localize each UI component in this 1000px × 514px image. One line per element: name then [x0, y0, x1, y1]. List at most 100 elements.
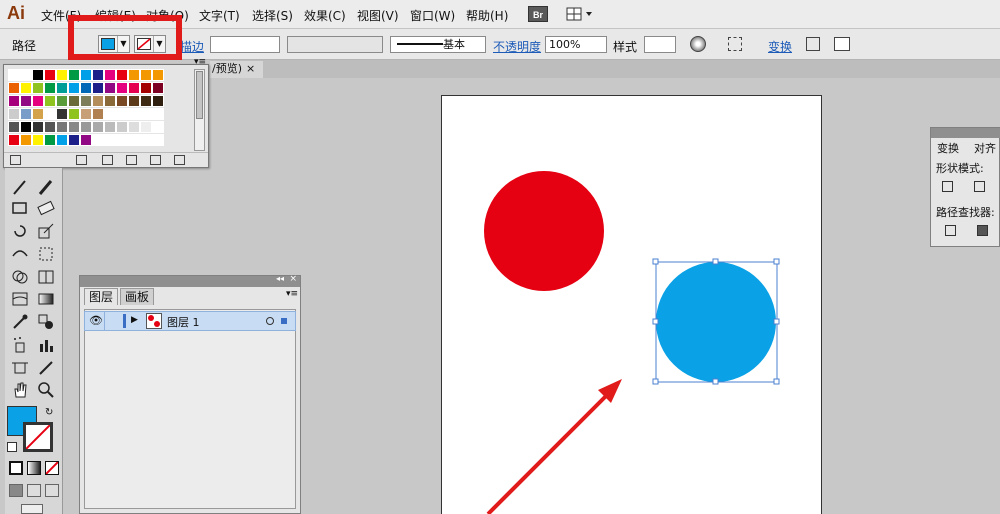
panel-options-icon[interactable]: ▾≡ — [286, 289, 298, 299]
swatch[interactable] — [92, 134, 104, 146]
swatch[interactable] — [56, 95, 68, 107]
swatch[interactable] — [8, 108, 20, 120]
swatch[interactable] — [44, 121, 56, 133]
swatch[interactable] — [20, 82, 32, 94]
swatch[interactable] — [56, 134, 68, 146]
none-mode-icon[interactable] — [45, 461, 59, 475]
swatch[interactable] — [32, 95, 44, 107]
swatch[interactable] — [20, 108, 32, 120]
swatch[interactable] — [128, 121, 140, 133]
symbol-sprayer-tool[interactable] — [10, 335, 30, 355]
draw-normal-icon[interactable] — [9, 484, 23, 497]
swatch-scrollbar[interactable] — [194, 69, 205, 151]
layer-row[interactable]: 👁 ▶ 图层 1 — [84, 311, 296, 331]
swatch[interactable] — [80, 108, 92, 120]
draw-behind-icon[interactable] — [27, 484, 41, 497]
gradient-tool[interactable] — [36, 289, 56, 309]
swatches-popup[interactable]: ▾≡ — [3, 57, 209, 168]
swatch[interactable] — [116, 82, 128, 94]
swatch[interactable] — [152, 108, 164, 120]
swatch[interactable] — [116, 108, 128, 120]
blend-tool[interactable] — [36, 312, 56, 332]
swatch[interactable] — [80, 121, 92, 133]
swatch[interactable] — [20, 95, 32, 107]
swatch[interactable] — [8, 69, 20, 81]
swatch[interactable] — [116, 121, 128, 133]
swatch[interactable] — [128, 69, 140, 81]
close-icon[interactable]: × — [289, 274, 297, 284]
paintbrush-tool[interactable] — [10, 177, 30, 197]
swatch[interactable] — [152, 69, 164, 81]
panel-title-bar[interactable]: ◂◂ × — [80, 274, 300, 287]
screen-mode-icon[interactable] — [21, 504, 43, 514]
scale-tool[interactable] — [36, 221, 56, 241]
swatch[interactable] — [116, 134, 128, 146]
panel-options-icon[interactable]: ▾≡ — [194, 57, 206, 67]
swatch[interactable] — [92, 121, 104, 133]
swatch[interactable] — [68, 95, 80, 107]
show-kinds-icon[interactable] — [76, 155, 87, 165]
swatch[interactable] — [152, 121, 164, 133]
swatch[interactable] — [128, 108, 140, 120]
default-colors-icon[interactable] — [7, 442, 17, 452]
scroll-thumb[interactable] — [196, 71, 203, 119]
eraser-tool[interactable] — [36, 198, 56, 218]
swatch[interactable] — [8, 82, 20, 94]
trim-icon[interactable] — [977, 225, 988, 236]
swatch[interactable] — [92, 69, 104, 81]
red-circle[interactable] — [484, 171, 604, 291]
swatch[interactable] — [56, 108, 68, 120]
blue-circle[interactable] — [656, 262, 776, 382]
swatch[interactable] — [104, 95, 116, 107]
swatch[interactable] — [56, 69, 68, 81]
swatch[interactable] — [140, 82, 152, 94]
swatch[interactable] — [20, 69, 32, 81]
swatch[interactable] — [128, 82, 140, 94]
swatch[interactable] — [104, 69, 116, 81]
swatch[interactable] — [80, 69, 92, 81]
slice-tool[interactable] — [36, 358, 56, 378]
swatch[interactable] — [32, 134, 44, 146]
swatch[interactable] — [44, 108, 56, 120]
swatch[interactable] — [8, 134, 20, 146]
swatch[interactable] — [152, 82, 164, 94]
swap-fill-stroke-icon[interactable]: ↻ — [45, 407, 53, 418]
blob-brush-tool[interactable] — [10, 198, 30, 218]
gradient-mode-icon[interactable] — [27, 461, 41, 475]
free-transform-tool[interactable] — [36, 244, 56, 264]
minus-front-icon[interactable] — [974, 181, 985, 192]
swatch[interactable] — [140, 95, 152, 107]
swatch[interactable] — [44, 95, 56, 107]
swatch[interactable] — [68, 69, 80, 81]
expand-triangle-icon[interactable]: ▶ — [131, 315, 138, 325]
new-color-group-icon[interactable] — [126, 155, 137, 165]
perspective-grid-tool[interactable] — [36, 267, 56, 287]
swatch[interactable] — [104, 121, 116, 133]
swatch[interactable] — [68, 82, 80, 94]
swatch[interactable] — [32, 69, 44, 81]
divide-icon[interactable] — [945, 225, 956, 236]
visibility-eye-icon[interactable]: 👁 — [89, 314, 103, 327]
unite-icon[interactable] — [942, 181, 953, 192]
swatch[interactable] — [44, 69, 56, 81]
width-tool[interactable] — [10, 244, 30, 264]
selection-indicator[interactable] — [281, 318, 287, 324]
eyedropper-tool[interactable] — [10, 312, 30, 332]
swatch[interactable] — [20, 134, 32, 146]
artboard-tool[interactable] — [10, 358, 30, 378]
hand-icon[interactable] — [10, 380, 30, 400]
swatch[interactable] — [92, 95, 104, 107]
swatch[interactable] — [92, 82, 104, 94]
swatch[interactable] — [32, 108, 44, 120]
swatch[interactable] — [68, 121, 80, 133]
mesh-tool[interactable] — [10, 289, 30, 309]
tab-align[interactable]: 对齐 — [974, 140, 996, 156]
column-graph-tool[interactable] — [36, 335, 56, 355]
swatch[interactable] — [56, 82, 68, 94]
pencil-tool[interactable] — [36, 177, 56, 197]
swatch[interactable] — [8, 95, 20, 107]
swatch[interactable] — [152, 134, 164, 146]
swatch[interactable] — [104, 82, 116, 94]
swatch[interactable] — [32, 121, 44, 133]
swatch[interactable] — [20, 121, 32, 133]
